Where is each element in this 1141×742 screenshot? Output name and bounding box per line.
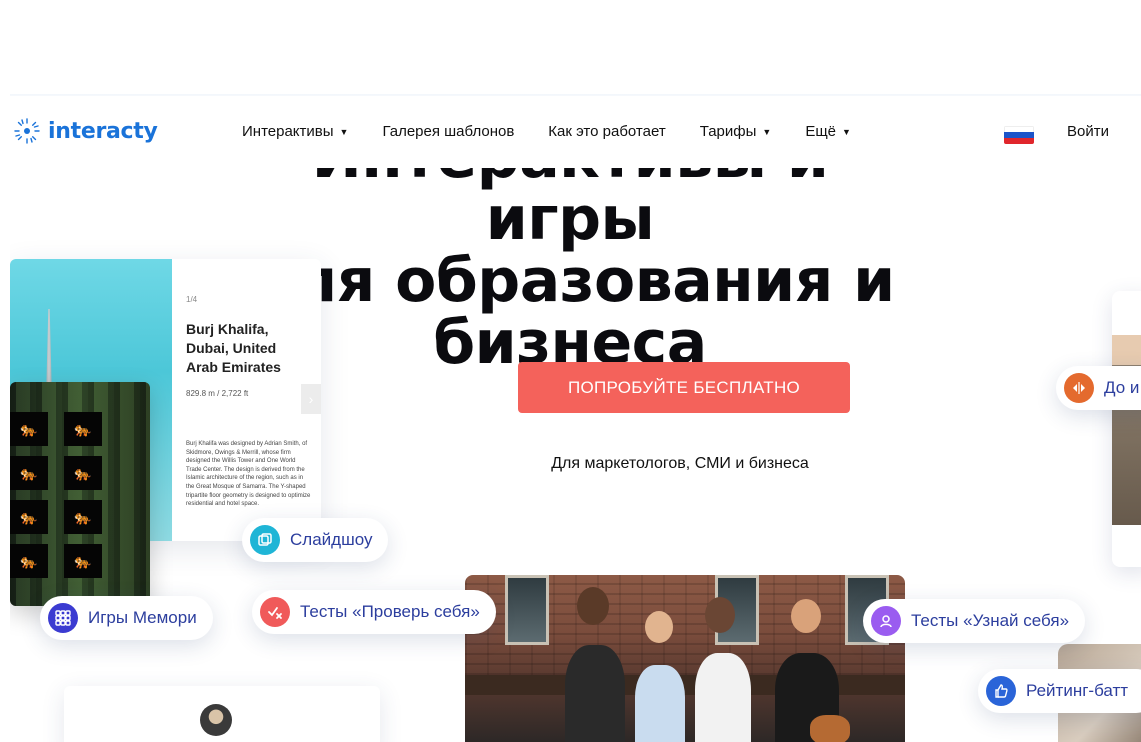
try-free-button[interactable]: ПОПРОБУЙТЕ БЕСПЛАТНО: [518, 362, 850, 413]
person-head: [705, 597, 735, 633]
pill-label: Рейтинг-батт: [1026, 681, 1129, 700]
tiger-tile-icon[interactable]: 🐅: [10, 544, 48, 578]
nav-pricing[interactable]: Тарифы ▼: [700, 123, 772, 140]
tiger-tile-icon[interactable]: 🐅: [64, 544, 102, 578]
pill-label: До и: [1104, 378, 1140, 397]
slide-title: Burj Khalifa, Dubai, United Arab Emirate…: [186, 321, 281, 375]
site-header: interacty Интерактивы ▼ Галерея шаблонов…: [10, 96, 1141, 168]
person-head: [791, 599, 821, 633]
hero-title-line-2: для образования и: [245, 246, 895, 316]
avatar: [200, 704, 232, 736]
nav-template-gallery[interactable]: Галерея шаблонов: [382, 123, 514, 140]
nav-label: Тарифы: [699, 123, 757, 140]
split-arrows-icon: [1064, 373, 1094, 403]
nav-interactives[interactable]: Интерактивы ▼: [242, 123, 348, 140]
memory-grid: 🐅 🐅 🐅 🐅 🐅 🐅 🐅 🐅: [10, 412, 102, 578]
nav-label: Ещё: [805, 123, 837, 140]
quiz-preview-card: [64, 686, 380, 742]
grid-icon: [48, 603, 78, 633]
before-after-preview-card: [1112, 291, 1141, 567]
slide-text: 1/4 Burj Khalifa, Dubai, United Arab Emi…: [186, 295, 311, 509]
chevron-right-icon[interactable]: ›: [301, 384, 321, 414]
person: [565, 645, 625, 742]
pill-label: Игры Мемори: [88, 608, 197, 627]
pill-label: Слайдшоу: [290, 530, 373, 549]
logo[interactable]: interacty: [12, 116, 158, 146]
nav-label: Интерактивы: [242, 123, 334, 140]
ru-flag-icon[interactable]: [1004, 126, 1034, 144]
nav-how-it-works[interactable]: Как это работает: [548, 123, 665, 140]
login-link[interactable]: Войти: [1067, 123, 1109, 140]
memory-pill[interactable]: Игры Мемори: [40, 596, 213, 640]
bench: [465, 675, 905, 695]
logo-text: interacty: [48, 118, 158, 144]
quiz-check-pill[interactable]: Тесты «Проверь себя»: [252, 590, 496, 634]
nav-label: Как это работает: [548, 123, 666, 140]
dog: [810, 715, 850, 742]
rating-battle-pill[interactable]: Рейтинг-батт: [978, 669, 1141, 713]
slides-icon: [250, 525, 280, 555]
pill-label: Тесты «Проверь себя»: [300, 602, 480, 621]
slide-meta: 829.8 m / 2,722 ft: [186, 389, 249, 398]
main-nav: Интерактивы ▼ Галерея шаблонов Как это р…: [242, 123, 851, 140]
check-cross-icon: [260, 597, 290, 627]
memory-game-preview-card: 🐅 🐅 🐅 🐅 🐅 🐅 🐅 🐅: [10, 382, 150, 606]
tiger-tile-icon[interactable]: 🐅: [64, 456, 102, 490]
logo-icon: [14, 118, 40, 144]
caret-down-icon: ▼: [762, 126, 772, 137]
tiger-tile-icon[interactable]: 🐅: [64, 500, 102, 534]
person-head: [645, 611, 673, 643]
nav-more[interactable]: Ещё ▼: [805, 123, 851, 140]
slide-description: Burj Khalifa was designed by Adrian Smit…: [186, 441, 311, 508]
browser-viewport: Интерактивы и игры для образования и биз…: [0, 0, 1141, 742]
pill-label: Тесты «Узнай себя»: [911, 611, 1070, 630]
user-icon: [871, 606, 901, 636]
slide-index: 1/4: [186, 295, 198, 304]
page: Интерактивы и игры для образования и биз…: [10, 96, 1141, 742]
slideshow-pill[interactable]: Слайдшоу: [242, 518, 389, 562]
before-after-pill[interactable]: До и: [1056, 366, 1141, 410]
tiger-tile-icon[interactable]: 🐅: [10, 500, 48, 534]
thumbs-up-icon: [986, 676, 1016, 706]
quiz-know-pill[interactable]: Тесты «Узнай себя»: [863, 599, 1086, 643]
tiger-tile-icon[interactable]: 🐅: [10, 412, 48, 446]
tiger-tile-icon[interactable]: 🐅: [64, 412, 102, 446]
tiger-tile-icon[interactable]: 🐅: [10, 456, 48, 490]
preview-image: [1112, 335, 1141, 365]
caret-down-icon: ▼: [842, 126, 851, 137]
person-head: [577, 587, 609, 625]
window: [505, 575, 549, 645]
person: [635, 665, 685, 742]
nav-label: Галерея шаблонов: [382, 123, 515, 140]
women-on-bench-photo: [465, 575, 905, 742]
caret-down-icon: ▼: [339, 126, 349, 137]
person: [695, 653, 751, 742]
hero-subtitle: Для маркетологов, СМИ и бизнеса: [551, 455, 809, 472]
